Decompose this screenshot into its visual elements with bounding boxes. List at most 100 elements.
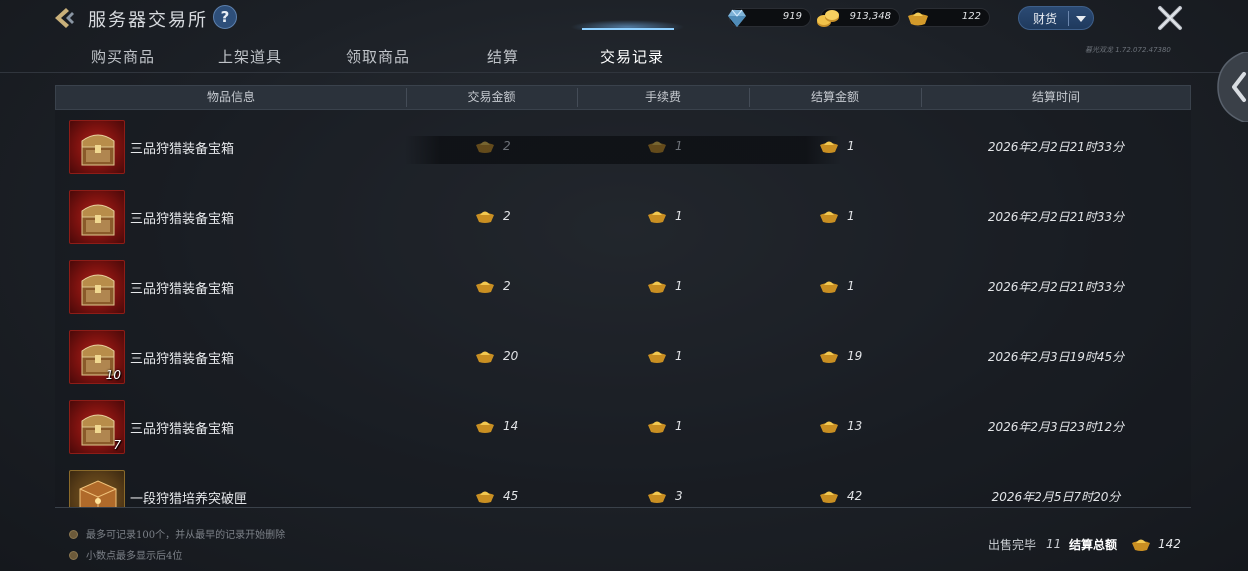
settled-cell-value: 42 (847, 489, 863, 503)
wealth-dropdown-button[interactable]: 财货 (1018, 6, 1094, 30)
amount-cell-value: 14 (503, 419, 519, 433)
item-name: 三品狩猎装备宝箱 (130, 352, 235, 367)
note-text: 最多可记录100个，并从最早的记录开始删除 (86, 530, 286, 541)
gold-ingot-icon (819, 488, 839, 504)
fee-cell-value: 1 (675, 139, 683, 153)
amount-cell-value: 20 (503, 349, 519, 363)
settlement-time: 2026年2月2日21时33分 (987, 210, 1125, 224)
divider (55, 507, 1191, 508)
amount-cell-value: 45 (503, 489, 519, 503)
note-decimal: 小数点最多显示后4位 (69, 547, 182, 562)
table-row: 一段狩猎培养突破匣 45 3 42 2026年2月5日7时20分 (55, 460, 1191, 507)
currency-ingot: 122 (908, 8, 990, 27)
table-row: 三品狩猎装备宝箱 2 1 1 2026年2月2日21时33分 (55, 180, 1191, 250)
breakthrough-box-icon (69, 470, 125, 507)
gold-amount: 913,348 (849, 11, 891, 22)
gold-ingot-icon (647, 208, 667, 224)
gold-ingot-icon (475, 138, 495, 154)
settlement-time: 2026年2月3日23时12分 (987, 420, 1125, 434)
gold-ingot-icon (475, 488, 495, 504)
currency-diamond: 919 (728, 8, 811, 27)
gold-ingot-icon (647, 418, 667, 434)
bullet-icon (69, 551, 78, 560)
amount-cell-value: 2 (503, 139, 511, 153)
gold-ingot-icon (647, 138, 667, 154)
treasure-chest-icon (69, 190, 125, 244)
gold-ingot-icon (819, 208, 839, 224)
back-icon[interactable] (52, 6, 80, 30)
table-row: 10 三品狩猎装备宝箱 20 1 19 2026年2月3日19时45分 (55, 320, 1191, 390)
tab-buy-goods[interactable]: 购买商品 (91, 46, 155, 67)
gold-ingot-icon (819, 348, 839, 364)
item-name: 三品狩猎装备宝箱 (130, 282, 235, 297)
table-row: 7 三品狩猎装备宝箱 14 1 13 2026年2月3日23时12分 (55, 390, 1191, 460)
page-title: 服务器交易所 (88, 10, 208, 31)
settlement-time: 2026年2月3日19时45分 (987, 350, 1125, 364)
total-label: 结算总额 (1069, 538, 1118, 552)
gold-ingot-icon (647, 278, 667, 294)
item-name: 一段狩猎培养突破匣 (130, 492, 248, 507)
settled-cell-value: 13 (847, 419, 863, 433)
gold-ingot-icon (819, 418, 839, 434)
wealth-label: 财货 (1033, 12, 1058, 26)
fee-cell-value: 1 (675, 279, 683, 293)
transaction-records-table: 物品信息 交易金额 手续费 结算金额 结算时间 三品狩猎装备宝箱 2 1 1 2026年… (55, 85, 1191, 507)
tab-bar: 购买商品 上架道具 领取商品 结算 交易记录 (60, 42, 760, 72)
top-bar: 服务器交易所 ? 919 913,348 122 财货 (0, 0, 1248, 36)
gold-ingot-icon (475, 418, 495, 434)
gold-ingot-icon (1131, 536, 1151, 552)
sold-label: 出售完毕 (988, 538, 1037, 552)
divider (0, 72, 1248, 73)
chevron-down-icon (1076, 16, 1086, 22)
total-amount: 142 (1158, 537, 1181, 551)
ingot-amount: 122 (961, 11, 981, 22)
tab-list-item[interactable]: 上架道具 (218, 46, 282, 67)
settled-cell-value: 1 (847, 279, 855, 293)
close-icon[interactable] (1156, 5, 1184, 31)
sold-count: 11 (1046, 537, 1062, 551)
settled-cell-value: 1 (847, 139, 855, 153)
currency-gold: 913,348 (817, 8, 900, 27)
gold-ingot-icon (819, 138, 839, 154)
column-header-amount: 交易金额 (467, 90, 516, 104)
diamond-icon (724, 5, 750, 31)
gold-ingot-icon (475, 208, 495, 224)
treasure-chest-icon: 10 (69, 330, 125, 384)
table-row: 三品狩猎装备宝箱 2 1 1 2026年2月2日21时33分 (55, 110, 1191, 180)
help-button[interactable]: ? (213, 5, 237, 29)
fee-cell-value: 1 (675, 209, 683, 223)
settlement-time: 2026年2月2日21时33分 (987, 280, 1125, 294)
gold-ingot-icon (475, 348, 495, 364)
column-header-settled: 结算金额 (810, 90, 859, 104)
tab-collect-goods[interactable]: 领取商品 (346, 46, 410, 67)
version-label: 暮光双龙 1.72.072.47380 (1085, 46, 1171, 54)
row-shade (405, 136, 841, 164)
diamond-amount: 919 (782, 11, 802, 22)
gold-ingot-icon (905, 5, 931, 31)
note-record-limit: 最多可记录100个，并从最早的记录开始删除 (69, 526, 285, 541)
gold-ingot-icon (819, 278, 839, 294)
side-panel-toggle[interactable] (1214, 51, 1248, 123)
column-header-time: 结算时间 (1031, 90, 1080, 104)
bullet-icon (69, 530, 78, 539)
table-row: 三品狩猎装备宝箱 2 1 1 2026年2月2日21时33分 (55, 250, 1191, 320)
tab-transaction-records[interactable]: 交易记录 (600, 46, 664, 67)
fee-cell-value: 1 (675, 349, 683, 363)
column-header-item-info: 物品信息 (206, 90, 255, 104)
settlement-time: 2026年2月2日21时33分 (987, 140, 1125, 154)
settled-cell-value: 1 (847, 209, 855, 223)
fee-cell-value: 1 (675, 419, 683, 433)
tab-settlement[interactable]: 结算 (487, 46, 519, 67)
gold-ingot-icon (647, 488, 667, 504)
fee-cell-value: 3 (675, 489, 683, 503)
table-header: 物品信息 交易金额 手续费 结算金额 结算时间 (55, 85, 1191, 110)
amount-cell-value: 2 (503, 209, 511, 223)
table-body: 三品狩猎装备宝箱 2 1 1 2026年2月2日21时33分 三品狩猎装备宝箱 2 1 1 202… (55, 110, 1191, 507)
column-header-fee: 手续费 (644, 90, 681, 104)
item-name: 三品狩猎装备宝箱 (130, 212, 235, 227)
item-name: 三品狩猎装备宝箱 (130, 142, 235, 157)
settlement-time: 2026年2月5日7时20分 (991, 490, 1121, 504)
item-name: 三品狩猎装备宝箱 (130, 422, 235, 437)
divider (1068, 11, 1069, 26)
treasure-chest-icon (69, 120, 125, 174)
